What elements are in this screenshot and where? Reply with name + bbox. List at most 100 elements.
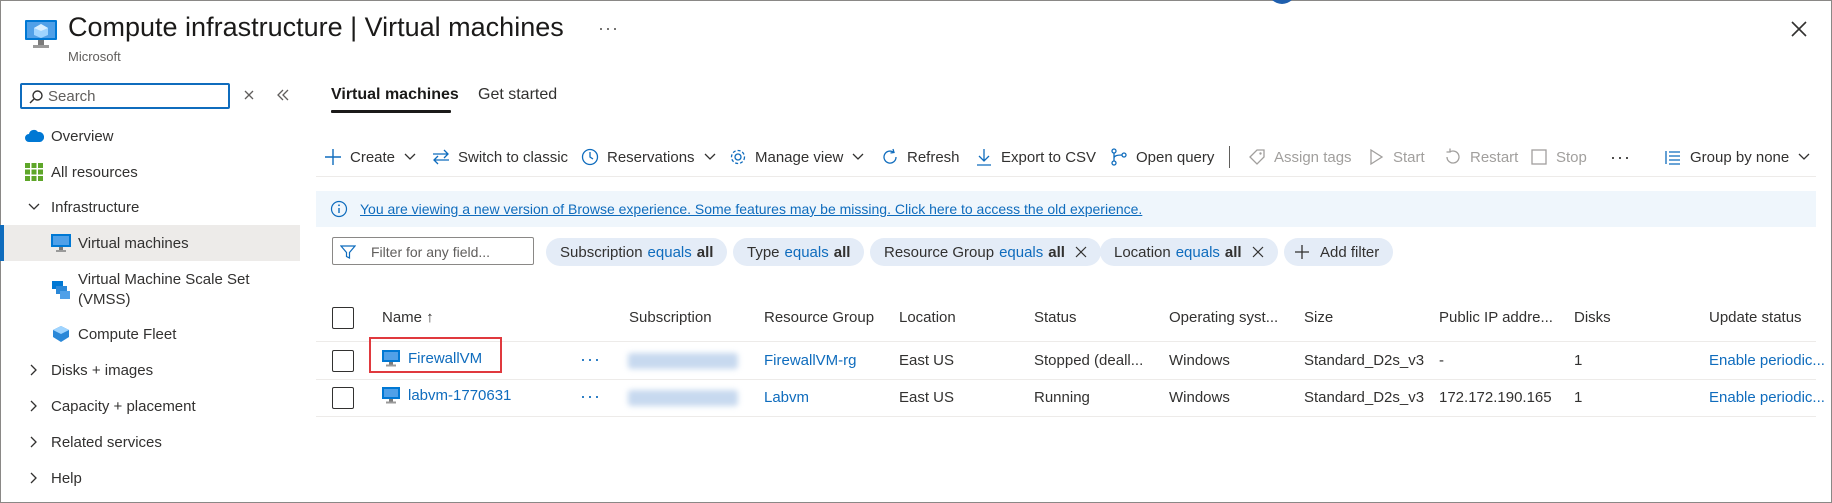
filter-value: all	[1048, 243, 1065, 261]
column-header-location[interactable]: Location	[899, 309, 956, 326]
assign-tags-button[interactable]: Assign tags	[1248, 145, 1352, 169]
sidebar-item-help[interactable]: Help	[0, 460, 300, 496]
header-more-button[interactable]: ···	[598, 18, 619, 39]
update-status-link[interactable]: Enable periodic...	[1709, 352, 1825, 369]
restart-button[interactable]: Restart	[1444, 145, 1518, 169]
sidebar-item-disks-images[interactable]: Disks + images	[0, 352, 300, 388]
resource-group-link[interactable]: FirewallVM-rg	[764, 352, 857, 369]
filter-pill-type[interactable]: Type equals all	[733, 238, 865, 266]
export-csv-button[interactable]: Export to CSV	[975, 145, 1096, 169]
filter-pill-resource-group[interactable]: Resource Group equals all	[870, 238, 1101, 266]
column-header-os[interactable]: Operating syst...	[1169, 309, 1278, 326]
row-checkbox[interactable]	[332, 350, 354, 372]
sidebar-item-label: Compute Fleet	[78, 325, 177, 343]
vm-name-link[interactable]: labvm-1770631	[382, 387, 511, 404]
stop-label: Stop	[1556, 148, 1587, 166]
filter-field-name: Subscription	[560, 243, 643, 261]
start-label: Start	[1393, 148, 1425, 166]
row-checkbox[interactable]	[332, 387, 354, 409]
sidebar-item-label: Overview	[51, 127, 114, 145]
column-header-name[interactable]: Name ↑	[382, 309, 434, 326]
resource-group-link[interactable]: Labvm	[764, 389, 809, 406]
sidebar-item-related-services[interactable]: Related services	[0, 424, 300, 460]
sidebar-item-vmss[interactable]: Virtual Machine Scale Set (VMSS)	[0, 264, 300, 316]
collapse-sidebar-icon[interactable]	[274, 86, 292, 104]
status-cell: Stopped (deall...	[1034, 352, 1144, 369]
chevron-down-icon	[704, 153, 716, 160]
sidebar-search-input[interactable]	[48, 87, 223, 105]
sidebar-item-capacity-placement[interactable]: Capacity + placement	[0, 388, 300, 424]
os-cell: Windows	[1169, 352, 1230, 369]
download-icon	[977, 149, 991, 166]
manage-view-button[interactable]: Manage view	[729, 145, 865, 169]
row-more-button[interactable]: ···	[580, 386, 601, 407]
open-query-button[interactable]: Open query	[1110, 145, 1214, 169]
sidebar-item-compute-fleet[interactable]: Compute Fleet	[0, 316, 300, 352]
row-divider	[316, 379, 1816, 380]
sidebar-item-infrastructure[interactable]: Infrastructure	[0, 189, 300, 225]
select-all-checkbox[interactable]	[332, 307, 354, 329]
sidebar-item-virtual-machines[interactable]: Virtual machines	[0, 225, 300, 261]
stop-button[interactable]: Stop	[1530, 145, 1587, 169]
chevron-right-icon	[24, 360, 44, 380]
row-more-button[interactable]: ···	[580, 349, 601, 370]
reservations-label: Reservations	[607, 148, 695, 166]
start-button[interactable]: Start	[1367, 145, 1425, 169]
column-header-update-status[interactable]: Update status	[1709, 309, 1802, 326]
column-header-resource-group[interactable]: Resource Group	[764, 309, 874, 326]
page-subtitle: Microsoft	[68, 49, 121, 64]
sidebar-item-label: Virtual Machine Scale Set (VMSS)	[78, 271, 250, 308]
create-button[interactable]: Create	[324, 145, 417, 169]
column-header-size[interactable]: Size	[1304, 309, 1333, 326]
cloud-icon	[24, 126, 44, 146]
sidebar-item-label: Capacity + placement	[51, 397, 196, 415]
tab-virtual-machines[interactable]: Virtual machines	[331, 86, 459, 104]
toolbar-more-button[interactable]: ···	[1610, 145, 1631, 169]
switch-to-classic-label: Switch to classic	[458, 148, 569, 166]
refresh-button[interactable]: Refresh	[881, 145, 960, 169]
filter-input[interactable]	[371, 243, 526, 260]
close-icon[interactable]	[1786, 16, 1812, 42]
sidebar-item-label: Virtual machines	[78, 234, 189, 252]
sidebar-item-label: Infrastructure	[51, 198, 140, 216]
remove-filter-icon[interactable]	[1252, 246, 1264, 258]
sidebar-item-overview[interactable]: Overview	[0, 118, 300, 154]
switch-to-classic-button[interactable]: Switch to classic	[432, 145, 568, 169]
chevron-right-icon	[24, 396, 44, 416]
filter-value: all	[1224, 243, 1242, 261]
clear-search-icon[interactable]	[240, 86, 258, 104]
old-experience-link[interactable]: You are viewing a new version of Browse …	[360, 201, 1142, 217]
column-header-public-ip[interactable]: Public IP addre...	[1439, 309, 1553, 326]
add-filter-button[interactable]: Add filter	[1284, 238, 1394, 266]
sidebar-search[interactable]	[20, 83, 230, 109]
remove-filter-icon[interactable]	[1075, 246, 1087, 258]
update-status-link[interactable]: Enable periodic...	[1709, 389, 1825, 406]
filter-field[interactable]	[332, 237, 534, 265]
public-ip-cell: -	[1439, 352, 1444, 369]
chevron-down-icon	[404, 153, 416, 160]
column-header-subscription[interactable]: Subscription	[629, 309, 712, 326]
page-title: Compute infrastructure | Virtual machine…	[68, 12, 564, 42]
compute-fleet-icon	[51, 324, 71, 344]
tab-get-started[interactable]: Get started	[478, 86, 557, 104]
public-ip-cell: 172.172.190.165	[1439, 389, 1552, 406]
column-header-disks[interactable]: Disks	[1574, 309, 1611, 326]
sidebar-item-all-resources[interactable]: All resources	[0, 154, 300, 190]
clock-icon	[581, 148, 599, 166]
filter-value: all	[696, 243, 714, 261]
disks-cell: 1	[1574, 352, 1583, 369]
tag-icon	[1249, 149, 1265, 165]
filter-pill-subscription[interactable]: Subscription equals all	[546, 238, 728, 266]
reservations-button[interactable]: Reservations	[581, 145, 717, 169]
export-csv-label: Export to CSV	[1001, 148, 1097, 166]
restart-label: Restart	[1470, 148, 1519, 166]
filter-value: all	[833, 243, 851, 261]
column-header-status[interactable]: Status	[1034, 309, 1077, 326]
highlight-box	[369, 337, 502, 373]
toolbar-divider-line	[316, 176, 1816, 177]
virtual-machine-icon	[382, 387, 400, 404]
group-by-button[interactable]: Group by none	[1664, 145, 1811, 169]
switch-arrows-icon	[433, 149, 449, 165]
location-cell: East US	[899, 389, 955, 406]
filter-pill-location[interactable]: Location equals all	[1100, 238, 1278, 266]
